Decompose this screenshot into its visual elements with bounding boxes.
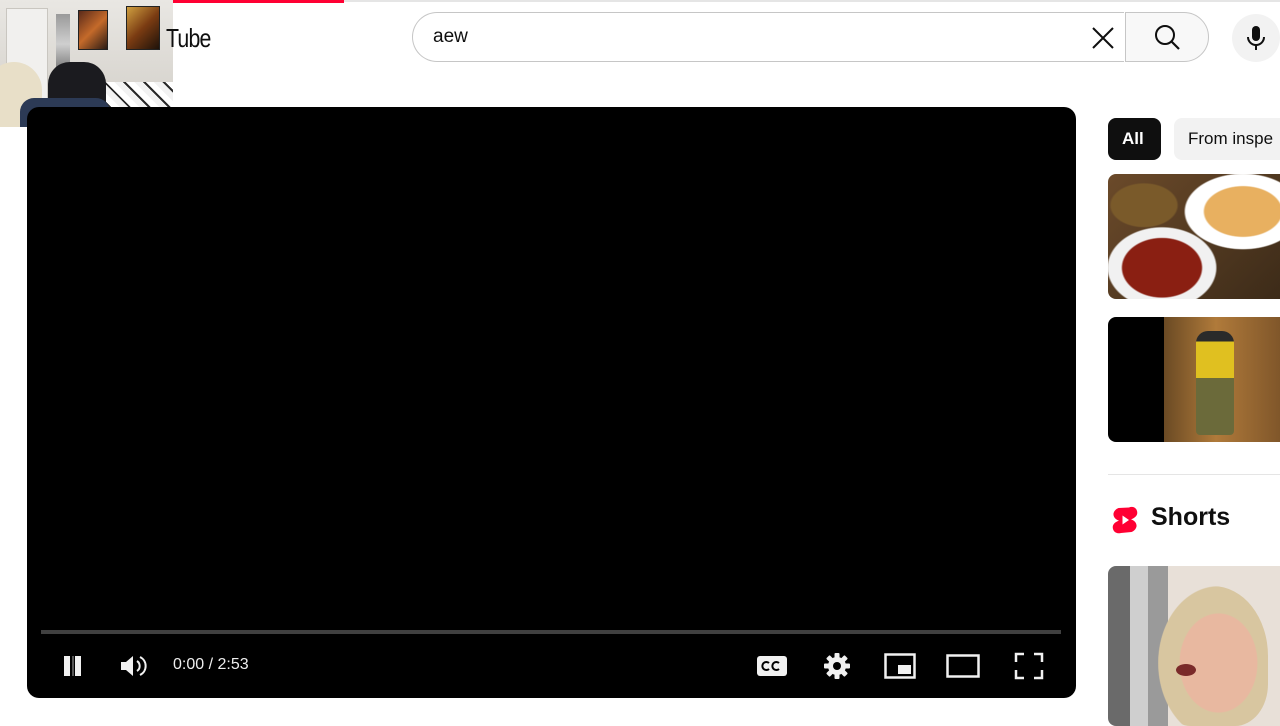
time-display: 0:00 / 2:53 <box>173 656 249 673</box>
progress-bar[interactable] <box>41 630 1061 634</box>
top-rule <box>344 0 1280 2</box>
section-divider <box>1108 474 1280 475</box>
webcam-poster <box>78 10 108 50</box>
thumbnail-mouth <box>1176 664 1196 676</box>
youtube-logo[interactable]: Tube <box>166 23 211 54</box>
chip-all[interactable]: All <box>1108 118 1161 160</box>
close-icon <box>1092 27 1114 49</box>
theater-icon <box>946 654 980 678</box>
settings-button[interactable] <box>818 647 856 685</box>
search-box[interactable] <box>412 12 1124 62</box>
chip-from-inspe[interactable]: From inspe <box>1174 118 1280 160</box>
clear-search-button[interactable] <box>1082 20 1124 56</box>
pause-button[interactable] <box>55 647 91 685</box>
page-loading-bar <box>173 0 344 3</box>
video-thumbnail[interactable] <box>1108 174 1280 299</box>
video-thumbnail[interactable] <box>1108 317 1280 442</box>
captions-icon <box>757 656 787 676</box>
webcam-poster <box>126 6 160 50</box>
mute-button[interactable] <box>115 647 151 685</box>
short-thumbnail[interactable] <box>1108 566 1280 726</box>
shorts-icon <box>1112 506 1138 534</box>
theater-mode-button[interactable] <box>944 647 982 685</box>
miniplayer-button[interactable] <box>881 647 919 685</box>
video-player[interactable]: 0:00 / 2:53 <box>27 107 1076 698</box>
pause-icon <box>64 656 81 676</box>
thumbnail-face <box>1158 586 1268 726</box>
thumbnail-figure <box>1196 331 1234 435</box>
settings-icon <box>824 653 850 679</box>
search-button[interactable] <box>1125 12 1209 62</box>
fullscreen-button[interactable] <box>1010 647 1048 685</box>
volume-icon <box>121 656 147 676</box>
miniplayer-icon <box>884 653 916 679</box>
mic-icon <box>1247 26 1265 50</box>
search-input[interactable] <box>433 24 1033 50</box>
captions-button[interactable] <box>753 647 791 685</box>
shorts-section-title: Shorts <box>1151 503 1231 531</box>
search-icon <box>1155 25 1180 50</box>
fullscreen-icon <box>1014 652 1044 680</box>
voice-search-button[interactable] <box>1232 14 1280 62</box>
